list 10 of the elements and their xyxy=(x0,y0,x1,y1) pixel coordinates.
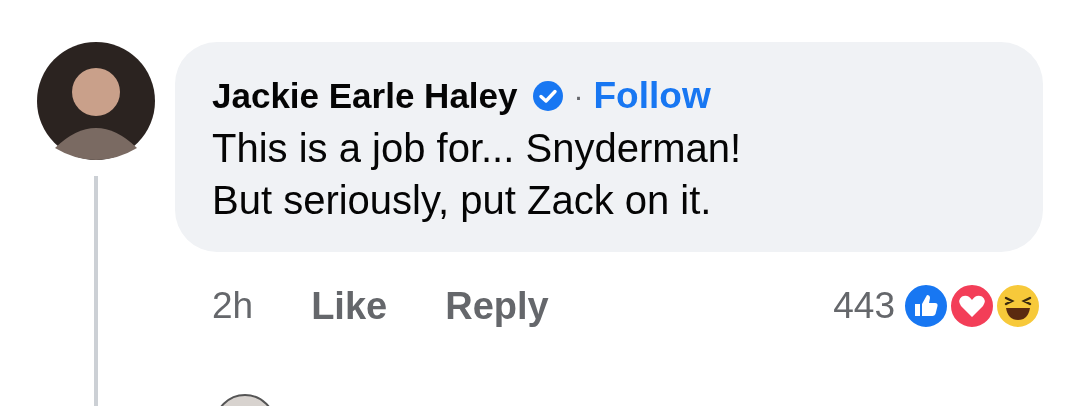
comment-text: But seriously, put Zack on it. xyxy=(212,177,713,224)
timestamp: 2h xyxy=(212,285,254,327)
comment-text: This is a job for... Snyderman! xyxy=(212,125,743,172)
follow-link[interactable]: Follow xyxy=(593,75,711,117)
author-name[interactable]: Jackie Earle Haley xyxy=(212,76,518,116)
action-link[interactable]: Reply xyxy=(445,284,549,328)
separator: · xyxy=(573,79,584,113)
action-link[interactable]: Like xyxy=(311,284,388,328)
reaction-count[interactable]: 443 xyxy=(833,285,895,327)
avatar[interactable] xyxy=(37,42,155,160)
